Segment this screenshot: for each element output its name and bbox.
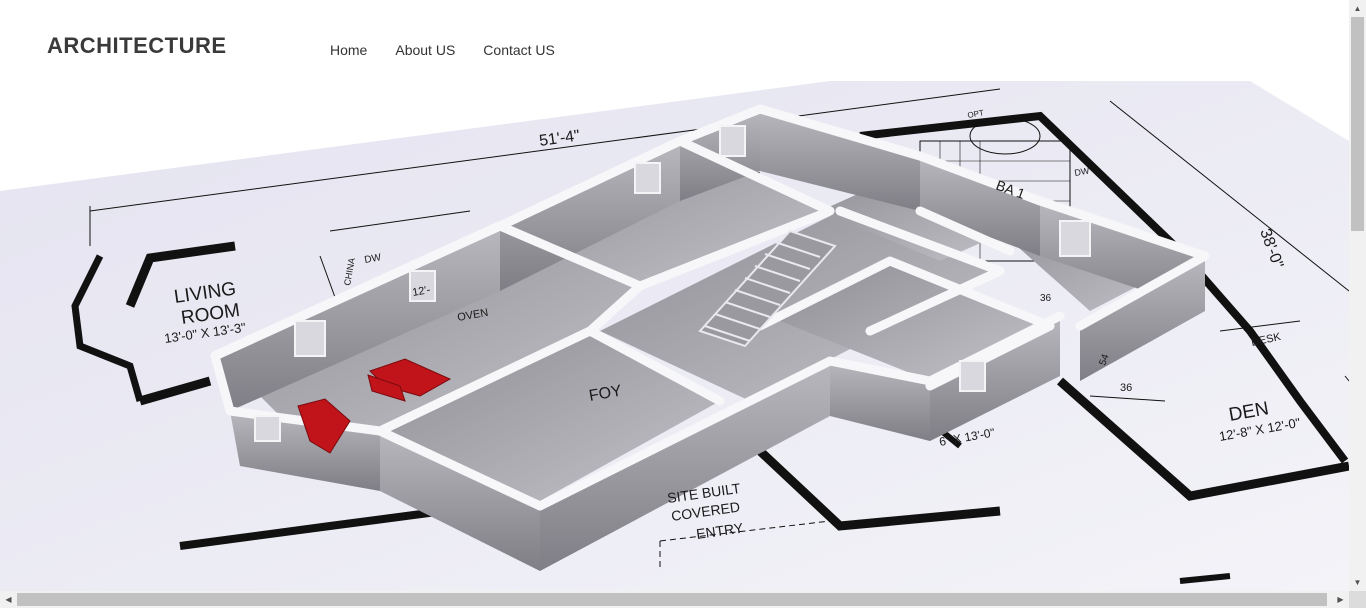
window-bottom-edge bbox=[0, 608, 1366, 614]
floor-plan-3d-illustration: 51'-4" 38'-0" LIVING ROOM 13'-0" X 13'-3… bbox=[0, 81, 1349, 591]
vertical-scroll-thumb[interactable] bbox=[1351, 17, 1364, 231]
horizontal-scroll-thumb[interactable] bbox=[17, 593, 1327, 606]
vertical-scrollbar[interactable]: ▲ ▼ bbox=[1349, 0, 1366, 591]
main-nav: Home About US Contact US bbox=[330, 42, 555, 58]
nav-about-link[interactable]: About US bbox=[395, 42, 455, 58]
svg-text:36: 36 bbox=[1040, 293, 1052, 304]
hero-image: 51'-4" 38'-0" LIVING ROOM 13'-0" X 13'-3… bbox=[0, 81, 1349, 591]
svg-text:36: 36 bbox=[1120, 382, 1132, 394]
scrollbar-corner bbox=[1349, 591, 1366, 608]
brand-logo[interactable]: ARCHITECTURE bbox=[47, 33, 227, 59]
nav-contact-link[interactable]: Contact US bbox=[483, 42, 555, 58]
horizontal-scrollbar[interactable]: ◀ ▶ bbox=[0, 591, 1349, 608]
scroll-down-icon[interactable]: ▼ bbox=[1349, 574, 1366, 591]
scroll-left-icon[interactable]: ◀ bbox=[0, 591, 17, 608]
nav-home-link[interactable]: Home bbox=[330, 42, 367, 58]
scroll-up-icon[interactable]: ▲ bbox=[1349, 0, 1366, 17]
browser-viewport: ARCHITECTURE Home About US Contact US 51… bbox=[0, 0, 1349, 591]
site-header: ARCHITECTURE Home About US Contact US bbox=[0, 0, 1349, 81]
scroll-right-icon[interactable]: ▶ bbox=[1332, 591, 1349, 608]
